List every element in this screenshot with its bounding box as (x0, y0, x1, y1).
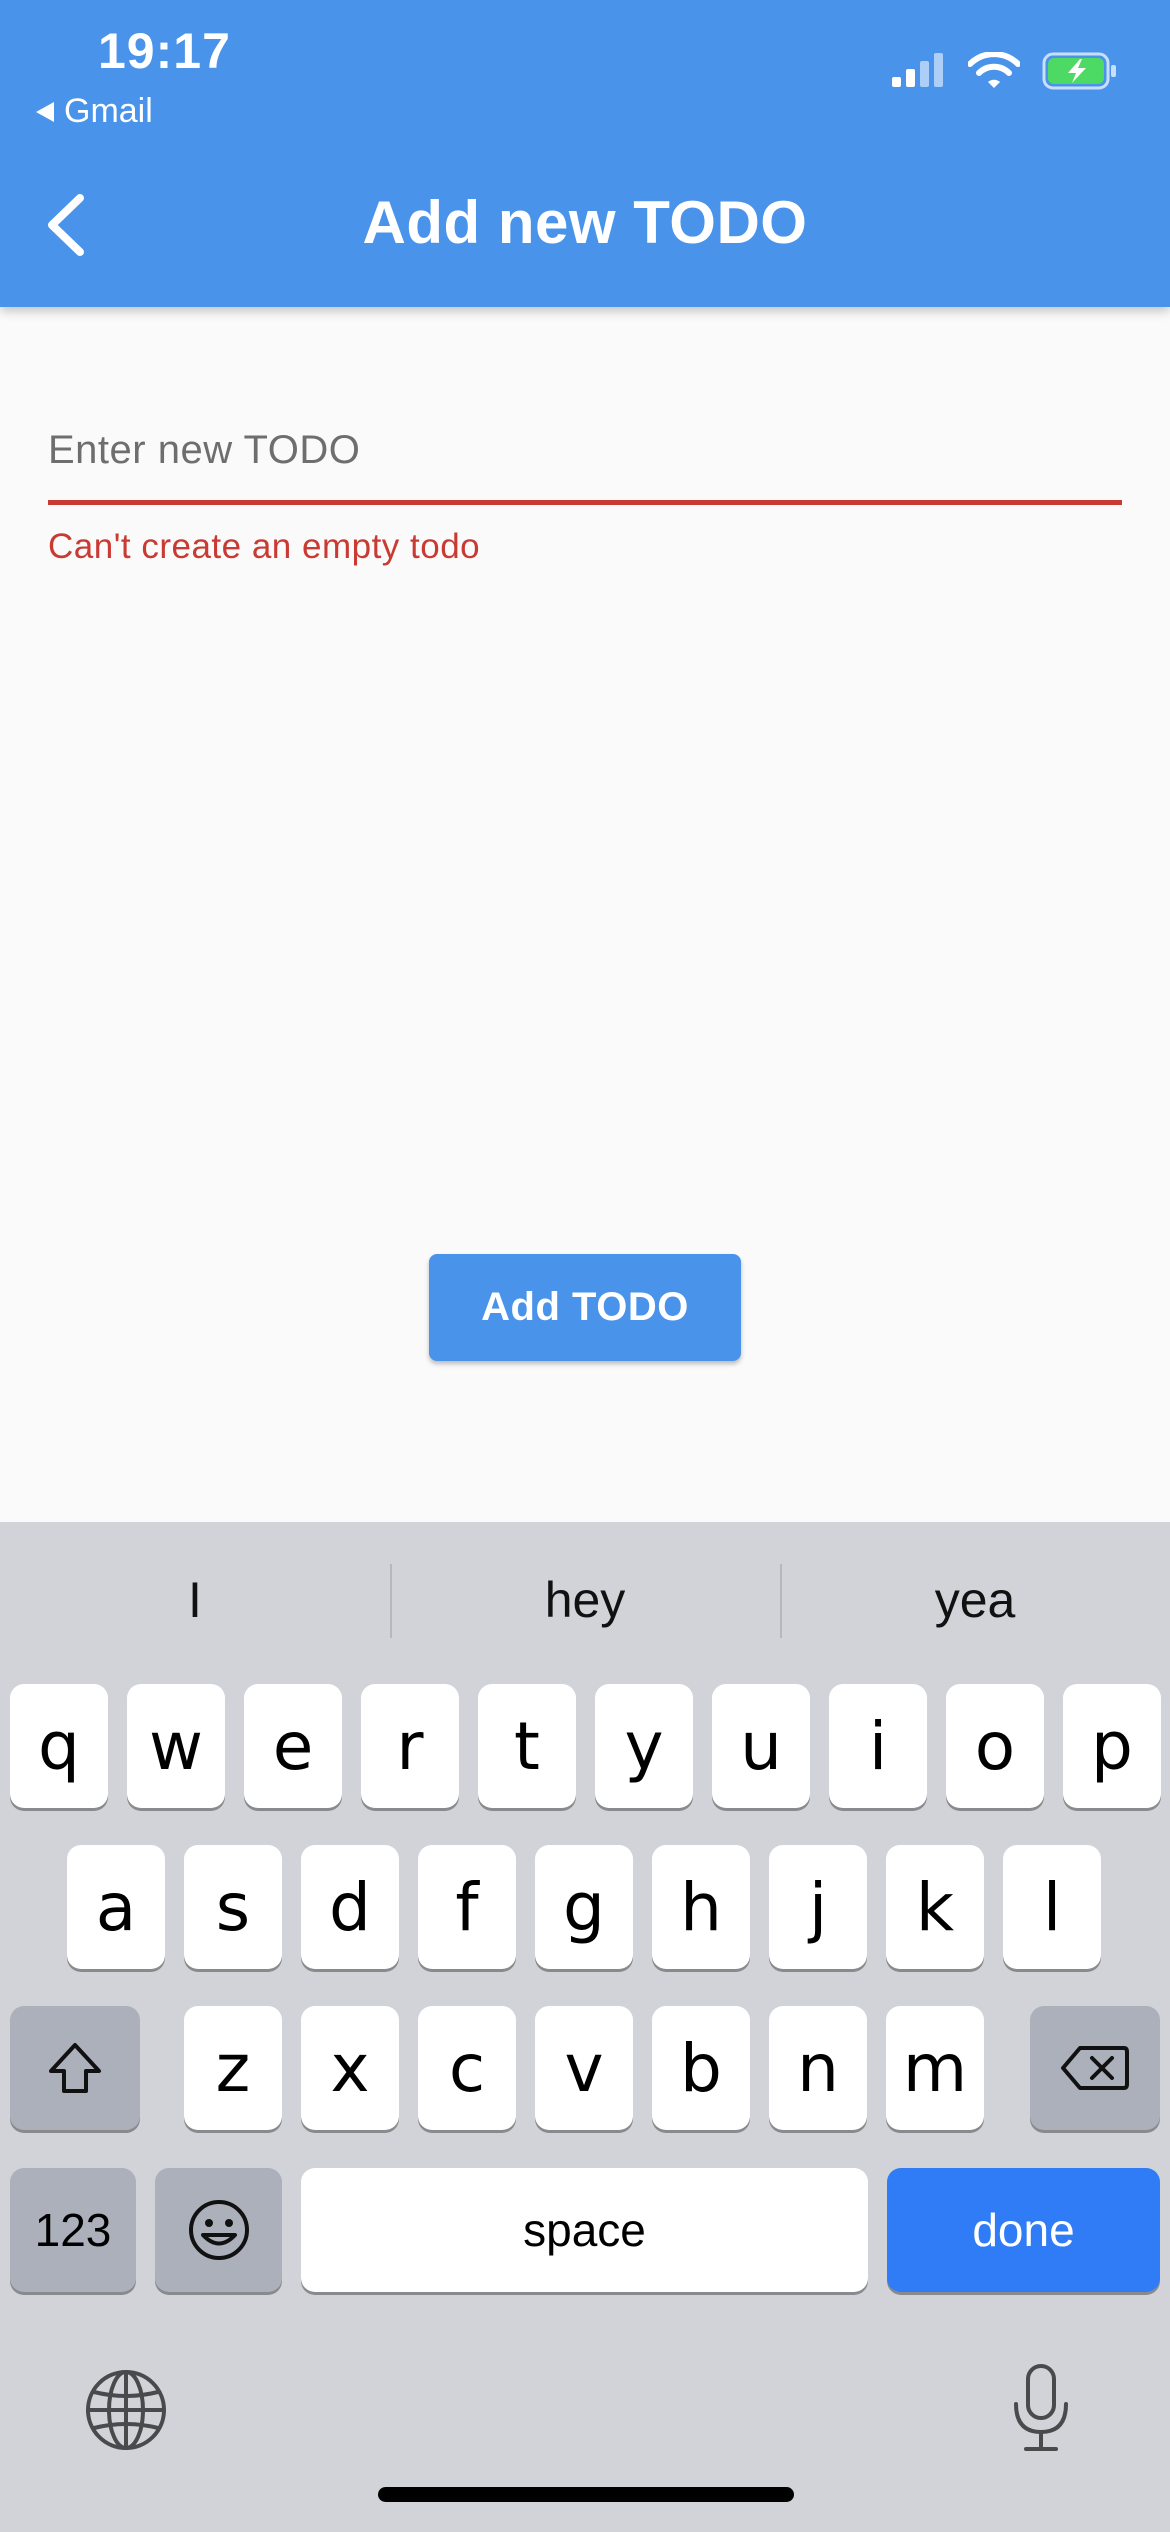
key-a[interactable]: a (67, 1845, 165, 1969)
todo-input[interactable] (48, 400, 1122, 500)
back-triangle-icon (36, 101, 54, 122)
key-b[interactable]: b (652, 2006, 750, 2130)
battery-charging-icon (1042, 52, 1116, 90)
delete-key[interactable] (1030, 2006, 1160, 2130)
status-time: 19:17 (98, 23, 231, 79)
key-p[interactable]: p (1063, 1684, 1161, 1808)
shift-key[interactable] (10, 2006, 140, 2130)
suggestion-item[interactable]: yea (780, 1522, 1170, 1678)
key-h[interactable]: h (652, 1845, 750, 1969)
key-c[interactable]: c (418, 2006, 516, 2130)
key-q[interactable]: q (10, 1684, 108, 1808)
suggestion-item[interactable]: I (0, 1522, 390, 1678)
input-underline (48, 500, 1122, 505)
key-z[interactable]: z (184, 2006, 282, 2130)
key-x[interactable]: x (301, 2006, 399, 2130)
keyboard: I hey yea qwertyuiop asdfghjkl zxcvbnm 123… (0, 1522, 1170, 2532)
app-bar: 19:17 Gmail Add new TODO (0, 0, 1170, 307)
page-title: Add new TODO (362, 189, 808, 256)
key-k[interactable]: k (886, 1845, 984, 1969)
globe-icon[interactable] (84, 2368, 168, 2452)
error-message: Can't create an empty todo (48, 527, 481, 566)
done-key[interactable]: done (887, 2168, 1160, 2292)
key-m[interactable]: m (886, 2006, 984, 2130)
status-icons (890, 52, 1118, 90)
key-s[interactable]: s (184, 1845, 282, 1969)
home-indicator (378, 2487, 794, 2502)
numbers-key[interactable]: 123 (10, 2168, 136, 2292)
key-o[interactable]: o (946, 1684, 1044, 1808)
add-todo-button[interactable]: Add TODO (429, 1254, 741, 1361)
microphone-icon[interactable] (1008, 2362, 1074, 2454)
key-t[interactable]: t (478, 1684, 576, 1808)
key-u[interactable]: u (712, 1684, 810, 1808)
emoji-key[interactable] (155, 2168, 282, 2292)
key-y[interactable]: y (595, 1684, 693, 1808)
suggestion-bar: I hey yea (0, 1522, 1170, 1678)
status-back-app-label: Gmail (64, 92, 153, 130)
key-i[interactable]: i (829, 1684, 927, 1808)
key-g[interactable]: g (535, 1845, 633, 1969)
key-e[interactable]: e (244, 1684, 342, 1808)
status-back-to-app[interactable]: Gmail (36, 92, 153, 131)
cellular-signal-icon (892, 53, 943, 87)
space-key[interactable]: space (301, 2168, 868, 2292)
key-r[interactable]: r (361, 1684, 459, 1808)
key-d[interactable]: d (301, 1845, 399, 1969)
key-v[interactable]: v (535, 2006, 633, 2130)
wifi-icon (968, 52, 1020, 88)
key-n[interactable]: n (769, 2006, 867, 2130)
key-w[interactable]: w (127, 1684, 225, 1808)
todo-form: Can't create an empty todo (48, 400, 1122, 567)
key-l[interactable]: l (1003, 1845, 1101, 1969)
backspace-icon (1061, 2046, 1129, 2090)
suggestion-item[interactable]: hey (390, 1522, 780, 1678)
emoji-icon (188, 2200, 249, 2260)
key-j[interactable]: j (769, 1845, 867, 1969)
key-f[interactable]: f (418, 1845, 516, 1969)
shift-icon (49, 2043, 101, 2093)
